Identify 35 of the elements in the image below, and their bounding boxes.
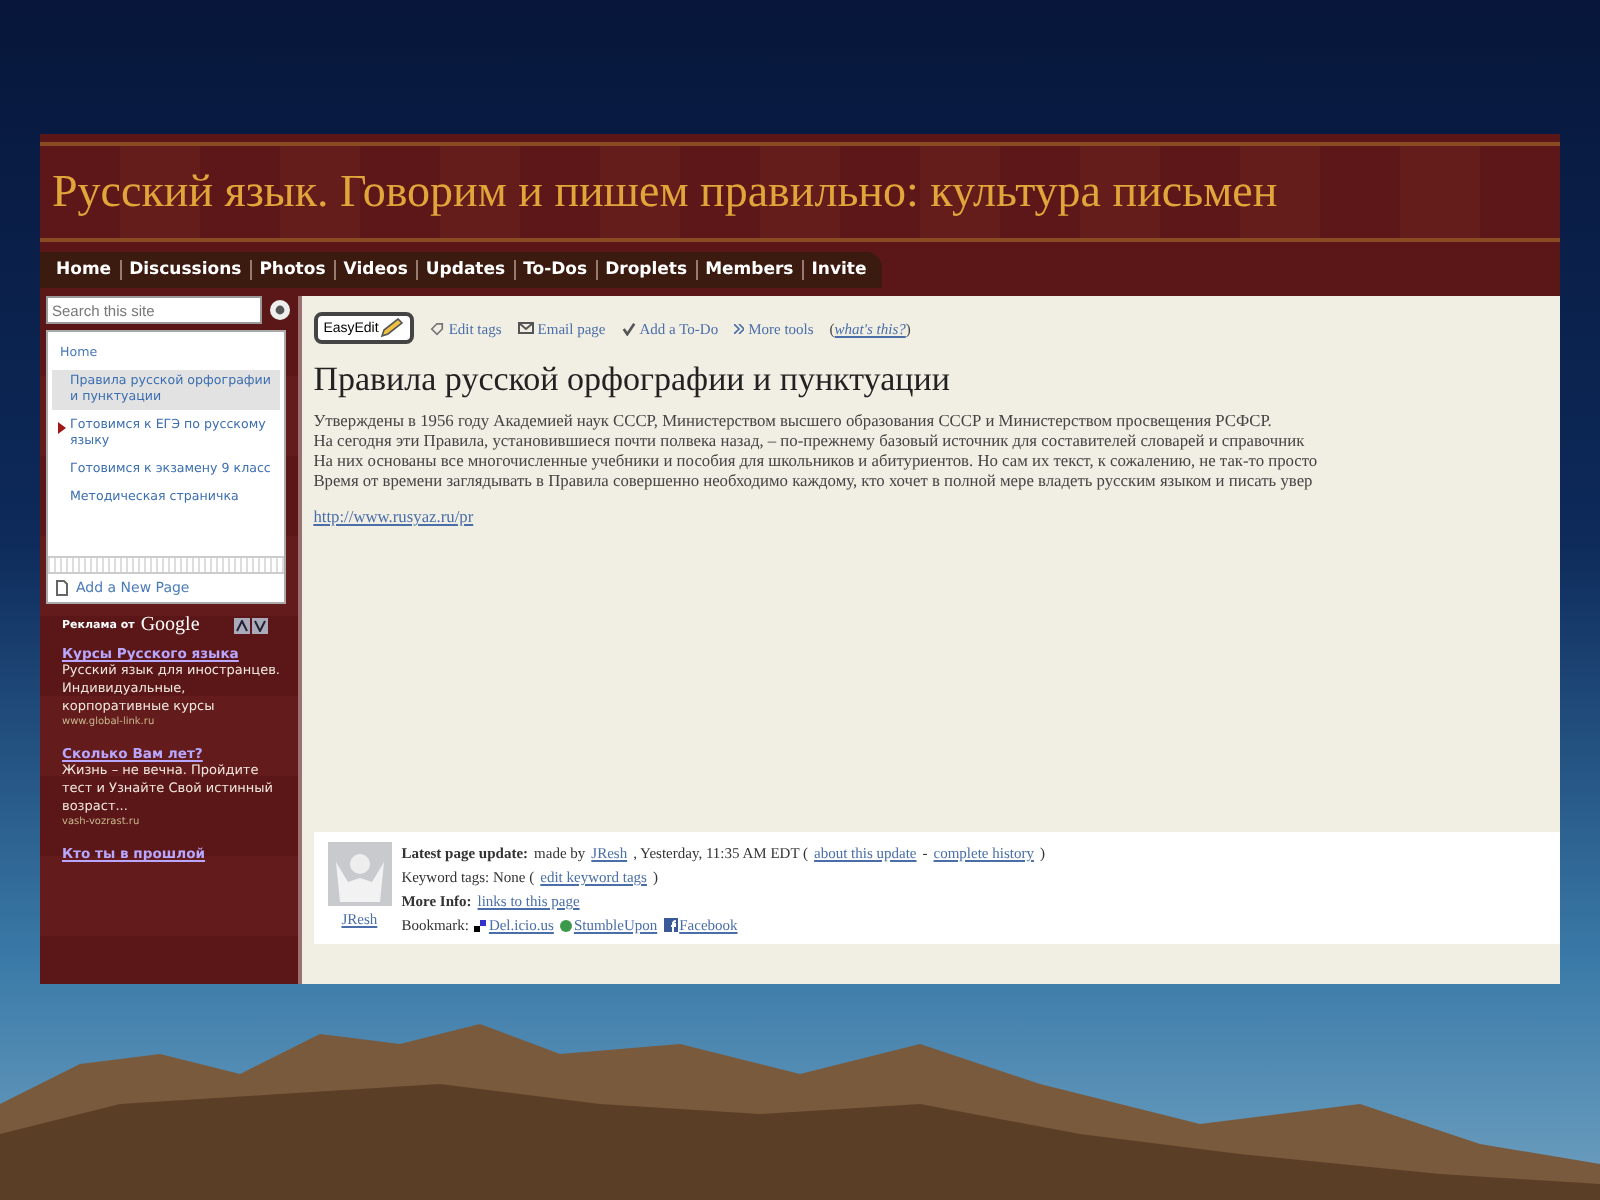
nav-link[interactable]: Droplets <box>595 260 696 280</box>
resize-handle[interactable] <box>48 556 284 572</box>
triangle-icon <box>58 422 66 434</box>
nav-link[interactable]: To-Dos <box>513 260 596 280</box>
nav-link[interactable]: Updates <box>415 260 514 280</box>
previous-button[interactable] <box>233 617 250 633</box>
f-logo-icon <box>663 918 678 932</box>
url-link[interactable]: http://www.rusyaz.ru/pr <box>313 508 474 526</box>
pencil-icon <box>380 318 405 338</box>
envelope-icon <box>517 322 534 334</box>
next-button[interactable] <box>251 617 268 633</box>
site-title: Русский язык. Говорим и пишем правильно: культура письмен <box>52 166 1278 218</box>
nav-link[interactable]: Home <box>48 260 120 280</box>
ads-brand: Google <box>140 614 200 636</box>
nav-link[interactable]: Invite <box>801 260 875 280</box>
avatar-silhouette <box>327 842 392 906</box>
check-icon <box>621 321 636 335</box>
search-icon <box>274 304 286 316</box>
body-text: Утверждены в 1956 году Академией наук СССР, Министерством высшего образования СССР и Министерством просвещения РСФСР. <box>313 412 1274 432</box>
squares-icon <box>474 919 487 931</box>
chevron-down-icon <box>253 619 266 631</box>
body-text: На сегодня эти Правила, установившиеся почти полвека назад, – по-прежнему базовый источник для составителей словарей и справочник <box>313 432 1307 452</box>
double-chevron-icon <box>734 323 745 333</box>
tag-icon <box>430 321 445 335</box>
nav-link[interactable]: Videos <box>333 260 416 280</box>
nav-link[interactable]: Members <box>695 260 802 280</box>
nav-link[interactable]: Photos <box>249 260 334 280</box>
nav-link[interactable]: Discussions <box>119 260 250 280</box>
chevron-up-icon <box>235 619 248 631</box>
search-button[interactable] <box>270 300 290 320</box>
body-text: Время от времени заглядывать в Правила совершенно необходимо каждому, кто хочет в полной мере владеть русским языком и писать увер <box>313 472 1315 492</box>
body-text: На них основаны все многочисленные учебники и пособия для школьников и абитуриентов. Но сам их текст, к сожалению, не так-то просто <box>313 452 1320 472</box>
page-icon <box>56 580 68 596</box>
round-logo-icon <box>559 919 572 931</box>
page-title: Правила русской орфографии и пунктуации <box>313 360 952 400</box>
